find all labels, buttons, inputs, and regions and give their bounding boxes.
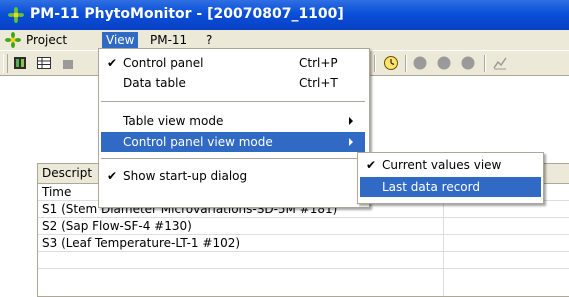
menu-separator bbox=[101, 158, 365, 159]
menu-project[interactable]: Project bbox=[22, 32, 71, 48]
check-icon: ✔ bbox=[107, 56, 118, 70]
control-panel-view-mode-submenu: ✔ Current values view Last data record bbox=[357, 152, 544, 204]
menu-view[interactable]: View bbox=[102, 32, 139, 48]
app-plant-icon bbox=[8, 7, 24, 23]
record-off-icon[interactable] bbox=[412, 55, 428, 71]
menu-pm11[interactable]: PM-11 bbox=[146, 32, 191, 48]
menu-item-control-panel[interactable]: ✔ Control panel Ctrl+P bbox=[101, 53, 365, 73]
menu-item-table-view-mode[interactable]: Table view mode bbox=[101, 111, 365, 131]
clock-icon[interactable] bbox=[383, 55, 399, 71]
toolbar-separator bbox=[484, 55, 486, 72]
row-label: Time bbox=[42, 185, 72, 199]
menu-separator bbox=[101, 101, 365, 102]
record-off-icon[interactable] bbox=[460, 55, 476, 71]
menu-item-data-table[interactable]: Data table Ctrl+T bbox=[101, 73, 365, 93]
menu-item-control-panel-view-mode[interactable]: Control panel view mode bbox=[101, 132, 365, 152]
submenu-arrow-icon bbox=[349, 117, 353, 125]
menu-item-last-data-record[interactable]: Last data record bbox=[360, 177, 541, 197]
submenu-arrow-icon bbox=[349, 138, 353, 146]
check-icon: ✔ bbox=[366, 158, 377, 172]
row-label: S3 (Leaf Temperature-LT-1 #102) bbox=[42, 236, 241, 250]
check-icon: ✔ bbox=[107, 169, 118, 183]
chart-icon[interactable] bbox=[492, 55, 508, 71]
row-gridline bbox=[38, 251, 569, 252]
toolbar-grip[interactable] bbox=[3, 54, 8, 73]
table-row[interactable]: S2 (Sap Flow-SF-4 #130) bbox=[38, 218, 569, 234]
toolbar-separator bbox=[405, 55, 407, 72]
row-label: S2 (Sap Flow-SF-4 #130) bbox=[42, 219, 192, 233]
record-off-icon[interactable] bbox=[436, 55, 452, 71]
view-menu: ✔ Control panel Ctrl+P Data table Ctrl+T… bbox=[98, 48, 370, 208]
toolbar-separator bbox=[374, 55, 376, 72]
document-plant-icon[interactable] bbox=[5, 32, 21, 48]
menu-bar: Project View PM-11 ? bbox=[0, 30, 569, 50]
menu-help[interactable]: ? bbox=[202, 32, 216, 48]
control-panel-icon[interactable] bbox=[12, 55, 28, 71]
window-title: PM-11 PhytoMonitor - [20070807_1100] bbox=[30, 6, 344, 22]
menu-item-current-values-view[interactable]: ✔ Current values view bbox=[360, 155, 541, 175]
title-bar[interactable]: PM-11 PhytoMonitor - [20070807_1100] bbox=[0, 0, 569, 30]
table-row[interactable]: S3 (Leaf Temperature-LT-1 #102) bbox=[38, 235, 569, 251]
data-table-icon[interactable] bbox=[36, 55, 52, 71]
row-gridline bbox=[38, 268, 569, 269]
disabled-tool-icon[interactable] bbox=[60, 55, 76, 71]
menu-item-show-startup-dialog[interactable]: ✔ Show start-up dialog bbox=[101, 166, 365, 186]
